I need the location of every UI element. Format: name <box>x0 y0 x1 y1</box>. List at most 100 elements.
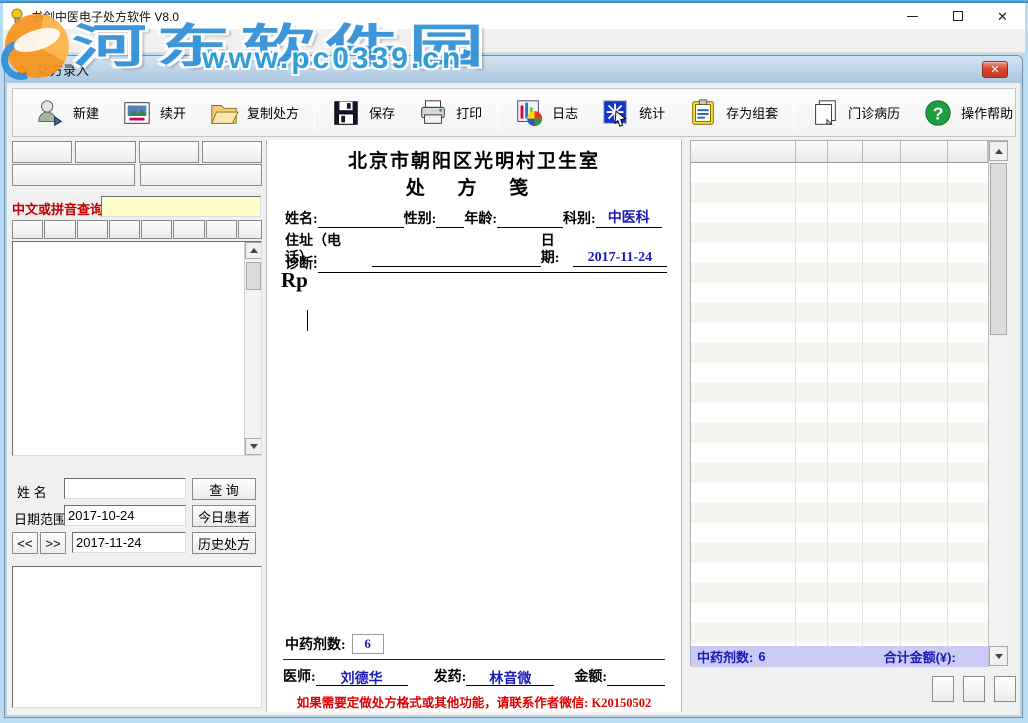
toolbar-button-label: 存为组套 <box>726 103 778 122</box>
totals-bar: 中药剂数: 6 合计金额(¥): <box>691 646 988 667</box>
pricing-table: 中药剂数: 6 合计金额(¥): <box>690 140 1008 666</box>
history-prescriptions-button[interactable]: 历史处方 <box>192 532 256 554</box>
alphabet-filter-button[interactable] <box>173 220 204 239</box>
patient-name-input[interactable] <box>64 478 186 499</box>
minimize-icon <box>907 16 918 17</box>
action-button[interactable] <box>963 676 985 702</box>
menu-bar <box>3 29 1025 53</box>
pricing-table-scrollbar[interactable] <box>988 141 1008 667</box>
pinyin-search-field <box>101 196 261 217</box>
alphabet-filter-button[interactable] <box>109 220 140 239</box>
subwindow-title: 处方录入 <box>37 60 89 79</box>
alphabet-filter-button[interactable] <box>77 220 108 239</box>
drug-list-scrollbar[interactable] <box>244 242 261 455</box>
toolbar-button-label: 打印 <box>456 103 482 122</box>
signature-row: 医师: 刘德华 发药: 林音微 金额: <box>283 666 665 686</box>
scroll-down-button[interactable] <box>989 646 1008 666</box>
category-tab[interactable] <box>140 164 263 186</box>
toolbar-separator <box>497 94 498 132</box>
menu-item[interactable] <box>139 29 161 52</box>
diagnosis-row: 诊断: <box>285 256 667 273</box>
toolbar-button-label: 保存 <box>369 103 395 122</box>
alphabet-filter-button[interactable] <box>12 220 43 239</box>
column-header <box>691 141 796 163</box>
toolbar-button[interactable]: 联系作者 <box>1024 92 1028 134</box>
group-icon <box>687 97 719 129</box>
date-from-input[interactable] <box>64 505 186 526</box>
column-line <box>862 163 863 646</box>
dept-value: 中医科 <box>596 210 662 228</box>
maximize-icon <box>953 11 963 21</box>
alphabet-filter-button[interactable] <box>141 220 172 239</box>
toolbar-button[interactable]: 保存 <box>319 92 406 134</box>
toolbar-button[interactable]: 续开 <box>110 92 197 134</box>
copy-icon <box>208 97 240 129</box>
scrollbar-thumb[interactable] <box>990 163 1007 335</box>
toolbar-button[interactable]: 统计 <box>589 92 676 134</box>
scroll-up-button[interactable] <box>245 242 262 259</box>
window-title: 书剑中医电子处方软件 V8.0 <box>31 8 179 25</box>
app-icon <box>9 8 25 24</box>
action-button[interactable] <box>994 676 1016 702</box>
menu-item[interactable] <box>51 29 73 52</box>
menu-item[interactable] <box>117 29 139 52</box>
alphabet-filter-button[interactable] <box>44 220 75 239</box>
toolbar-button-label: 新建 <box>73 103 99 122</box>
save-icon <box>330 97 362 129</box>
toolbar-button[interactable]: 打印 <box>406 92 493 134</box>
menu-item[interactable] <box>95 29 117 52</box>
toolbar-button[interactable]: 存为组套 <box>676 92 789 134</box>
alphabet-filter-button[interactable] <box>206 220 237 239</box>
column-header <box>901 141 948 163</box>
action-button[interactable] <box>932 676 954 702</box>
query-button[interactable]: 查 询 <box>192 478 256 500</box>
next-page-button[interactable]: >> <box>40 532 66 554</box>
prev-page-button[interactable]: << <box>12 532 38 554</box>
column-header <box>948 141 988 163</box>
toolbar: 新建 续开 复制处方 保存 打印 日志 统计 存为组套 <box>12 88 1016 137</box>
toolbar-button[interactable]: 复制处方 <box>197 92 310 134</box>
maximize-button[interactable] <box>935 3 980 29</box>
today-patients-button[interactable]: 今日患者 <box>192 505 256 527</box>
dose-count-box[interactable]: 6 <box>352 634 384 654</box>
dispenser-value: 林音微 <box>466 668 554 686</box>
toolbar-button[interactable]: 日志 <box>502 92 589 134</box>
menu-item[interactable] <box>29 29 51 52</box>
category-tab[interactable] <box>75 141 135 163</box>
subwindow-close-button[interactable]: ✕ <box>982 61 1008 78</box>
date-from-field <box>64 505 186 526</box>
help-icon: ? <box>922 97 954 129</box>
minimize-button[interactable] <box>890 3 935 29</box>
dose-row: 中药剂数: 6 <box>285 634 384 654</box>
toolbar-separator <box>314 94 315 132</box>
menu-item[interactable] <box>7 29 29 52</box>
toolbar-button[interactable]: 门诊病历 <box>798 92 911 134</box>
category-tab[interactable] <box>139 141 199 163</box>
category-tabs-row2 <box>12 164 262 186</box>
scroll-up-button[interactable] <box>989 141 1008 161</box>
toolbar-button[interactable]: ? 操作帮助 <box>911 92 1024 134</box>
gender-label: 性别: <box>404 211 437 228</box>
category-tab[interactable] <box>12 141 72 163</box>
category-tab[interactable] <box>12 164 135 186</box>
patient-result-list[interactable] <box>12 566 262 708</box>
alphabet-filter-button[interactable] <box>238 220 262 239</box>
window-controls: ✕ <box>890 3 1025 29</box>
pinyin-search-input[interactable] <box>101 196 261 217</box>
pricing-table-body[interactable] <box>691 163 988 646</box>
menu-item[interactable] <box>183 29 205 52</box>
date-to-input[interactable] <box>72 532 186 553</box>
close-button[interactable]: ✕ <box>980 3 1025 29</box>
scroll-down-button[interactable] <box>245 438 262 455</box>
pinyin-search-label: 中文或拼音查询 <box>12 199 103 218</box>
toolbar-button[interactable]: 新建 <box>23 92 110 134</box>
prescription-entry-icon <box>15 62 31 78</box>
menu-item[interactable] <box>73 29 95 52</box>
toolbar-button-label: 日志 <box>552 103 578 122</box>
record-icon <box>809 97 841 129</box>
text-caret[interactable] <box>307 310 308 331</box>
menu-item[interactable] <box>161 29 183 52</box>
scrollbar-thumb[interactable] <box>246 262 261 290</box>
svg-text:?: ? <box>933 103 944 123</box>
category-tab[interactable] <box>202 141 262 163</box>
